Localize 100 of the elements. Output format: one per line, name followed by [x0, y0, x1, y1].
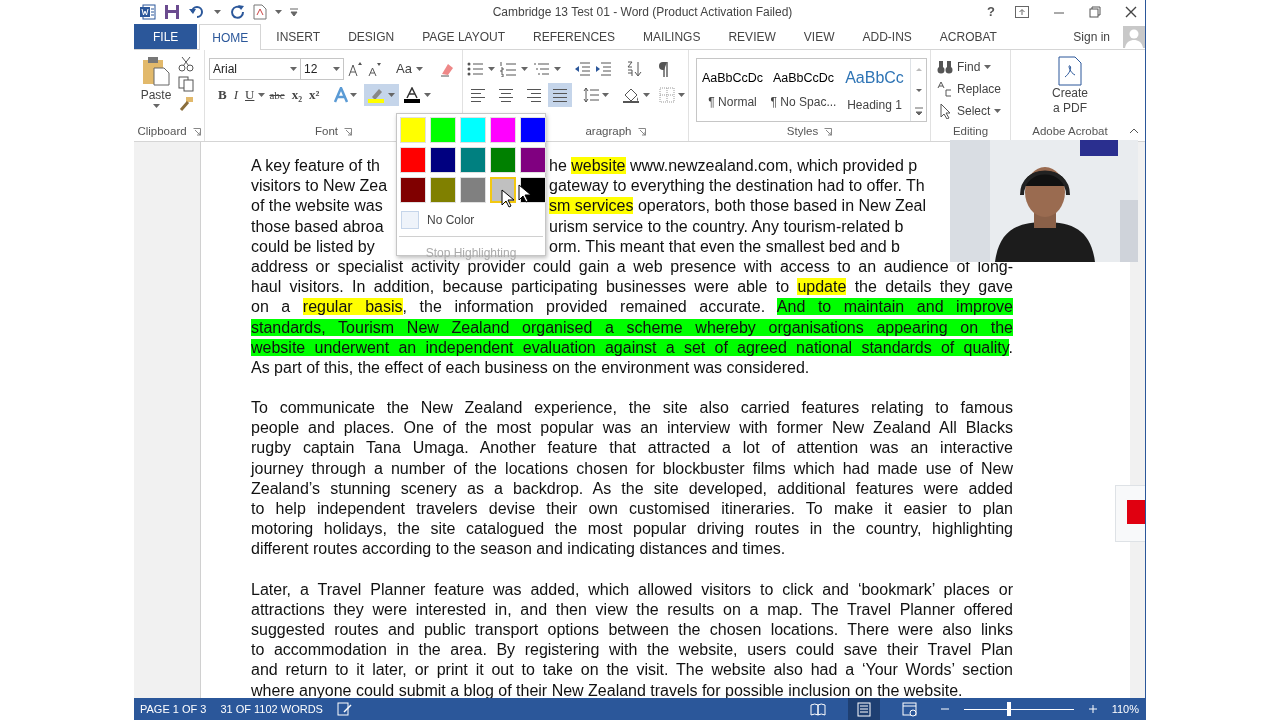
- format-painter-icon[interactable]: [178, 96, 194, 112]
- color-swatch[interactable]: [430, 177, 456, 203]
- color-swatch[interactable]: [520, 147, 546, 173]
- restore-icon[interactable]: [1089, 6, 1101, 18]
- page-count[interactable]: PAGE 1 OF 3: [140, 700, 207, 718]
- line-spacing-icon[interactable]: [583, 87, 599, 103]
- replace-button[interactable]: Replace: [935, 78, 1004, 100]
- ribbon-tab[interactable]: REFERENCES: [520, 24, 629, 49]
- zoom-slider[interactable]: [963, 702, 1074, 716]
- color-swatch[interactable]: [400, 177, 426, 203]
- multilevel-list-icon[interactable]: [533, 61, 549, 77]
- increase-indent-icon[interactable]: [595, 61, 611, 77]
- clipboard-icon: [141, 56, 171, 86]
- strikethrough-button[interactable]: abc: [266, 86, 288, 104]
- copy-icon[interactable]: [178, 76, 194, 92]
- find-button[interactable]: Find: [935, 56, 1004, 78]
- dialog-launcher-icon[interactable]: [192, 128, 201, 136]
- undo-icon[interactable]: [188, 4, 206, 20]
- caret-icon[interactable]: [214, 9, 221, 15]
- help-button[interactable]: ?: [987, 2, 995, 22]
- color-swatch[interactable]: [460, 177, 486, 203]
- proofing-icon[interactable]: [336, 702, 353, 716]
- ribbon-tab[interactable]: INSERT: [263, 24, 334, 49]
- style-item[interactable]: AaBbCc Heading 1: [839, 59, 910, 121]
- create-pdf-button[interactable]: Create a PDF: [1052, 56, 1088, 123]
- ribbon-tab[interactable]: HOME: [199, 24, 262, 50]
- ribbon-tab[interactable]: VIEW: [790, 24, 848, 49]
- dialog-launcher-icon[interactable]: [637, 128, 646, 136]
- change-case-button[interactable]: Aa: [393, 59, 426, 79]
- sign-in-link[interactable]: Sign in: [1060, 24, 1123, 49]
- italic-button[interactable]: I: [230, 85, 241, 105]
- decrease-indent-icon[interactable]: [574, 61, 590, 77]
- ribbon-tab[interactable]: REVIEW: [715, 24, 789, 49]
- caret-icon[interactable]: [521, 66, 528, 72]
- zoom-level[interactable]: 110%: [1111, 700, 1139, 718]
- subscript-button[interactable]: x₂: [288, 85, 306, 105]
- color-swatch[interactable]: [520, 117, 546, 143]
- caret-icon[interactable]: [333, 66, 340, 72]
- print-view-button[interactable]: [847, 698, 880, 720]
- caret-icon[interactable]: [984, 64, 992, 70]
- pilcrow-icon[interactable]: [657, 61, 669, 77]
- caret-icon[interactable]: [388, 92, 396, 98]
- ribbon-tab[interactable]: PAGE LAYOUT: [409, 24, 519, 49]
- caret-icon[interactable]: [258, 92, 266, 98]
- zoom-in-icon[interactable]: [1087, 704, 1098, 714]
- caret-icon[interactable]: [488, 66, 495, 72]
- sort-icon[interactable]: [626, 61, 642, 77]
- caret-icon[interactable]: [602, 92, 609, 98]
- caret-icon[interactable]: [290, 66, 297, 72]
- bullets-icon[interactable]: [467, 61, 483, 77]
- no-color-option[interactable]: No Color: [399, 208, 543, 232]
- document-icon[interactable]: [253, 4, 267, 20]
- shading-icon[interactable]: [622, 87, 640, 103]
- caret-icon[interactable]: [643, 92, 650, 98]
- color-swatch[interactable]: [460, 147, 486, 173]
- select-button[interactable]: Select: [935, 100, 1004, 122]
- redo-icon[interactable]: [229, 4, 245, 20]
- bold-button[interactable]: B: [215, 85, 230, 105]
- color-swatch[interactable]: [430, 117, 456, 143]
- font-size-field[interactable]: 12: [300, 58, 344, 80]
- grow-font-icon[interactable]: [347, 61, 363, 77]
- align-justify-button[interactable]: [548, 83, 572, 107]
- close-icon[interactable]: [1125, 6, 1137, 18]
- caret-icon[interactable]: [554, 66, 561, 72]
- numbering-icon[interactable]: [500, 61, 516, 77]
- color-swatch[interactable]: [400, 147, 426, 173]
- caret-icon[interactable]: [152, 104, 160, 109]
- color-swatch[interactable]: [400, 117, 426, 143]
- shrink-font-icon[interactable]: [366, 61, 382, 77]
- ribbon-display-icon[interactable]: [1015, 6, 1029, 18]
- caret-icon[interactable]: [350, 92, 358, 98]
- paste-button[interactable]: Paste: [138, 56, 174, 123]
- ribbon-tab[interactable]: ADD-INS: [849, 24, 925, 49]
- ribbon-tab[interactable]: ACROBAT: [926, 24, 1010, 49]
- caret-icon[interactable]: [424, 92, 432, 98]
- cut-icon[interactable]: [178, 56, 194, 72]
- ribbon-tab[interactable]: MAILINGS: [630, 24, 714, 49]
- word-count[interactable]: 31 OF 1102 WORDS: [220, 700, 323, 718]
- ribbon-tab[interactable]: DESIGN: [335, 24, 408, 49]
- file-tab[interactable]: FILE: [134, 24, 198, 49]
- color-swatch[interactable]: [490, 117, 516, 143]
- caret-icon[interactable]: [415, 66, 423, 72]
- color-swatch[interactable]: [460, 117, 486, 143]
- font-name-field[interactable]: Arial: [209, 58, 301, 80]
- customize-icon[interactable]: [290, 7, 298, 17]
- caret-icon[interactable]: [678, 92, 685, 98]
- caret-icon[interactable]: [275, 9, 282, 15]
- word-icon[interactable]: [140, 4, 156, 20]
- style-item[interactable]: AaBbCcDc ¶ Normal: [697, 59, 768, 121]
- caret-icon[interactable]: [994, 108, 1002, 114]
- dialog-launcher-icon[interactable]: [344, 128, 352, 136]
- style-item[interactable]: AaBbCcDc ¶ No Spac...: [768, 59, 839, 121]
- dialog-launcher-icon[interactable]: [824, 128, 833, 136]
- zoom-thumb[interactable]: [1006, 702, 1011, 716]
- collapse-ribbon-icon[interactable]: [1129, 127, 1139, 135]
- text-effects-icon[interactable]: [333, 87, 350, 103]
- color-swatch[interactable]: [430, 147, 456, 173]
- color-swatch[interactable]: [490, 147, 516, 173]
- superscript-button[interactable]: x²: [306, 85, 323, 105]
- underline-button[interactable]: U: [242, 85, 258, 105]
